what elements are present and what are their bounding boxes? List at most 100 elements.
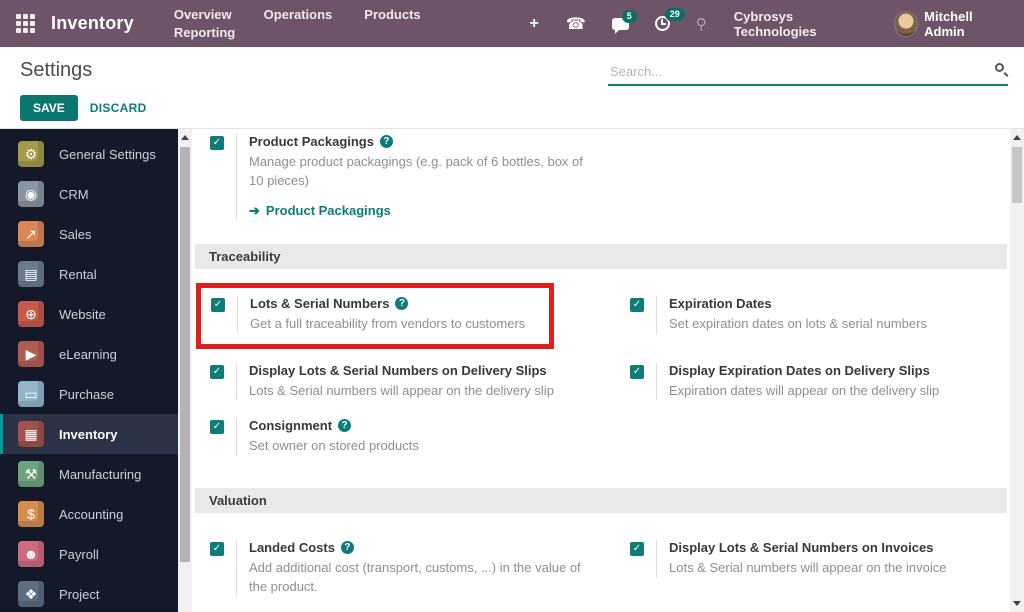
person-icon: ☻ [18,541,44,567]
sidebar-item-rental[interactable]: ▤ Rental [0,254,178,294]
setting-label: Display Lots & Serial Numbers on Invoice… [669,540,934,556]
sidebar-scrollbar-thumb[interactable] [180,147,190,563]
checkbox-consignment[interactable]: ✓ [210,420,224,435]
discard-button[interactable]: DISCARD [90,101,147,115]
setting-landed-costs: ✓ Landed Costs ? Add additional cost (tr… [210,540,630,597]
rental-icon: ▤ [18,261,44,287]
handshake-icon: ◉ [18,181,44,207]
sidebar-item-label: Rental [59,266,97,282]
apps-menu-icon[interactable] [16,14,35,33]
setting-product-packagings: ✓ Product Packagings ? Manage product pa… [210,134,1007,220]
setting-desc: Get a full traceability from vendors to … [250,315,526,331]
app-name[interactable]: Inventory [51,13,134,34]
setting-desc: Lots & Serial numbers will appear on the… [669,560,947,576]
activities-icon[interactable]: 29 [654,8,685,31]
globe-icon: ⊕ [18,301,44,327]
setting-label: Lots & Serial Numbers [250,295,390,311]
setting-desc: Set expiration dates on lots & serial nu… [669,315,927,331]
setting-display-lots-invoices: ✓ Display Lots & Serial Numbers on Invoi… [630,540,1007,597]
setting-label: Display Expiration Dates on Delivery Sli… [669,362,930,378]
top-menu-products[interactable]: Products [348,7,436,22]
top-menu: Overview Operations Products Reporting [158,6,510,42]
invoice-icon: $ [18,501,44,527]
control-panel: Settings SAVE DISCARD [0,47,1024,129]
sidebar-item-label: Accounting [59,506,124,522]
gear-icon: ⚙ [18,141,44,167]
sidebar-item-general-settings[interactable]: ⚙ General Settings [0,134,178,174]
help-icon[interactable]: ? [395,296,409,310]
phone-icon[interactable]: ☎ [566,14,586,34]
sidebar-item-elearning[interactable]: ▶ eLearning [0,334,178,374]
wrench-icon: ⚒ [18,461,44,487]
arrow-right-icon: ➔ [249,202,260,218]
help-icon[interactable]: ? [340,541,354,555]
top-menu-reporting[interactable]: Reporting [158,25,251,40]
sidebar-item-label: Project [59,586,100,602]
checkbox-display-lots-invoices[interactable]: ✓ [630,542,644,557]
sidebar-scrollbar[interactable] [178,129,192,612]
page-title: Settings [20,59,93,81]
messages-icon[interactable]: 5 [611,9,637,34]
checkbox-display-expiration-delivery-slips[interactable]: ✓ [630,364,644,379]
setting-label: Consignment [249,418,333,434]
add-menu-button[interactable]: + [516,15,553,33]
setting-display-lots-delivery-slips: ✓ Display Lots & Serial Numbers on Deliv… [210,362,630,401]
sidebar-item-payroll[interactable]: ☻ Payroll [0,534,178,574]
setting-desc: Lots & Serial numbers will appear on the… [249,382,554,398]
puzzle-icon: ❖ [18,581,44,607]
sidebar-item-project[interactable]: ❖ Project [0,574,178,612]
box-icon: ▦ [18,421,44,447]
sidebar-item-purchase[interactable]: ▭ Purchase [0,374,178,414]
sidebar-item-label: eLearning [59,346,117,362]
checkbox-product-packagings[interactable]: ✓ [210,136,224,150]
help-icon[interactable]: ? [338,419,352,433]
top-menu-operations[interactable]: Operations [248,7,349,22]
setting-display-expiration-delivery-slips: ✓ Display Expiration Dates on Delivery S… [630,362,1007,401]
search-icon[interactable] [995,63,1004,72]
sidebar-item-website[interactable]: ⊕ Website [0,294,178,334]
setting-label: Landed Costs [249,540,335,556]
avatar[interactable] [893,10,919,37]
top-navbar: Inventory Overview Operations Products Repo… [0,0,1024,47]
sidebar-item-label: Purchase [59,386,114,402]
highlight-box: ✓ Lots & Serial Numbers ? Get a full tra… [196,282,554,349]
scroll-down-icon[interactable] [1013,601,1021,606]
sidebar-item-label: Sales [59,226,92,242]
sidebar-item-label: Payroll [59,546,99,562]
settings-sidebar: ⚙ General Settings ◉ CRM ↗ Sales ▤ Rental ⊕ Websi… [0,129,178,612]
top-menu-overview[interactable]: Overview [158,7,248,22]
scroll-up-icon[interactable] [181,135,189,140]
checkbox-display-lots-delivery-slips[interactable]: ✓ [210,364,224,379]
setting-desc: Manage product packagings (e.g. pack of … [249,154,583,188]
setting-expiration-dates: ✓ Expiration Dates Set expiration dates … [630,295,1007,349]
sidebar-item-label: Inventory [59,426,118,442]
checkbox-landed-costs[interactable]: ✓ [210,542,224,557]
sidebar-item-crm[interactable]: ◉ CRM [0,174,178,214]
section-header-valuation: Valuation [195,488,1007,514]
main-scrollbar[interactable] [1010,129,1024,612]
save-button[interactable]: SAVE [20,95,78,121]
sidebar-item-sales[interactable]: ↗ Sales [0,214,178,254]
setting-label: Expiration Dates [669,295,772,311]
chart-icon: ↗ [18,221,44,247]
sidebar-item-manufacturing[interactable]: ⚒ Manufacturing [0,454,178,494]
activities-badge: 29 [664,8,685,21]
developer-tools-icon[interactable]: ⚲ [696,15,707,33]
help-icon[interactable]: ? [379,135,393,148]
setting-label: Display Lots & Serial Numbers on Deliver… [249,362,547,378]
sidebar-item-accounting[interactable]: $ Accounting [0,494,178,534]
setting-label: Product Packagings [249,134,374,149]
main-scrollbar-thumb[interactable] [1012,147,1022,203]
setting-desc: Set owner on stored products [249,438,419,454]
messages-badge: 5 [621,9,637,23]
checkbox-lots-serial-numbers[interactable]: ✓ [211,297,225,312]
checkbox-expiration-dates[interactable]: ✓ [630,297,644,312]
sidebar-item-inventory[interactable]: ▦ Inventory [0,414,178,454]
scroll-up-icon[interactable] [1013,135,1021,140]
sidebar-item-label: Website [59,306,106,322]
user-name[interactable]: Mitchell Admin [924,9,1010,39]
search-input[interactable] [608,61,1008,86]
settings-content: ✓ Product Packagings ? Manage product pa… [192,129,1010,612]
company-name[interactable]: Cybrosys Technologies [734,9,870,39]
product-packagings-link[interactable]: ➔ Product Packagings [249,203,391,219]
